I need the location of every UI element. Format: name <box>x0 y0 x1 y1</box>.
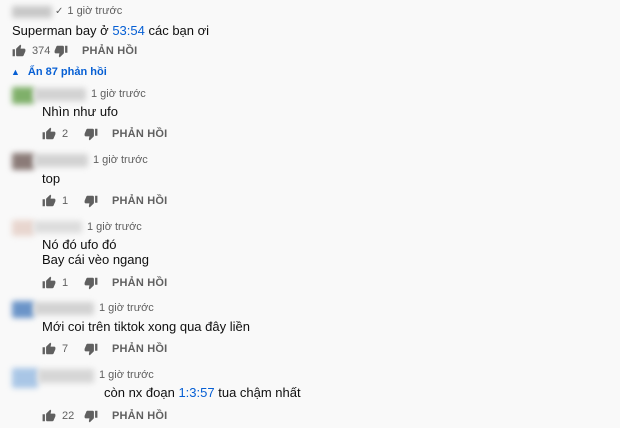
top-comment-timestamp-link[interactable]: 53:54 <box>112 23 145 38</box>
top-comment-meta: ✓ 1 giờ trước <box>55 5 122 17</box>
reply-author-name[interactable] <box>34 221 82 233</box>
reply-text: Mới coi trên tiktok xong qua đây liền <box>42 319 250 334</box>
reply-button[interactable]: PHẢN HỒI <box>112 277 167 289</box>
dislike-icon[interactable] <box>84 194 98 208</box>
reply-text: Bay cái vèo ngang <box>42 252 149 267</box>
like-icon[interactable] <box>42 194 56 208</box>
reply-button[interactable]: PHẢN HỒI <box>112 343 167 355</box>
hide-replies-toggle[interactable]: ▲ Ẩn 87 phản hồi <box>11 66 107 78</box>
like-icon[interactable] <box>42 409 56 423</box>
dislike-icon[interactable] <box>54 44 68 58</box>
dislike-icon[interactable] <box>84 276 98 290</box>
verified-check-icon: ✓ <box>55 6 64 17</box>
like-icon[interactable] <box>42 127 56 141</box>
reply-actions: 1 PHẢN HỒI <box>42 193 167 209</box>
like-icon[interactable] <box>42 276 56 290</box>
hide-replies-label: Ẩn 87 phản hồi <box>27 66 107 78</box>
reply-text: còn nx đoạn 1:3:57 tua chậm nhất <box>104 385 301 400</box>
reply-actions: 7 PHẢN HỒI <box>42 341 167 357</box>
reply-time[interactable]: 1 giờ trước <box>93 154 148 166</box>
reply-author-name[interactable] <box>34 88 86 101</box>
reply-button[interactable]: PHẢN HỒI <box>112 128 167 140</box>
reply-avatar[interactable] <box>12 220 34 236</box>
reply-actions: 1 PHẢN HỒI <box>42 275 167 291</box>
top-comment-actions: 374 PHẢN HỒI <box>12 43 137 59</box>
dislike-icon[interactable] <box>84 409 98 423</box>
reply-time[interactable]: 1 giờ trước <box>99 302 154 314</box>
like-icon[interactable] <box>12 44 26 58</box>
reply-avatar[interactable] <box>12 87 34 104</box>
reply-time[interactable]: 1 giờ trước <box>87 221 142 233</box>
reply-button[interactable]: PHẢN HỒI <box>112 410 167 422</box>
reply-author-name[interactable] <box>38 369 94 383</box>
like-count: 2 <box>62 128 69 140</box>
top-comment-author-name[interactable] <box>12 6 52 18</box>
like-count: 1 <box>62 277 69 289</box>
top-comment-time[interactable]: 1 giờ trước <box>67 5 122 17</box>
reply-time[interactable]: 1 giờ trước <box>99 369 154 381</box>
reply-actions: 2 PHẢN HỒI <box>42 126 167 142</box>
dislike-icon[interactable] <box>84 342 98 356</box>
reply-text: Nhìn như ufo <box>42 104 118 119</box>
like-icon[interactable] <box>42 342 56 356</box>
like-count: 7 <box>62 343 69 355</box>
like-count: 22 <box>62 410 75 422</box>
reply-avatar[interactable] <box>12 368 38 388</box>
reply-author-name[interactable] <box>34 154 88 167</box>
reply-avatar[interactable] <box>12 301 34 318</box>
like-count: 1 <box>62 195 69 207</box>
like-count: 374 <box>32 45 51 57</box>
reply-button[interactable]: PHẢN HỒI <box>82 45 137 57</box>
reply-avatar[interactable] <box>12 153 34 170</box>
caret-up-icon: ▲ <box>11 67 20 77</box>
reply-author-name[interactable] <box>34 302 94 315</box>
reply-button[interactable]: PHẢN HỒI <box>112 195 167 207</box>
top-comment-text: Superman bay ở 53:54 các bạn ơi <box>12 23 210 38</box>
reply-timestamp-link[interactable]: 1:3:57 <box>178 385 214 400</box>
reply-time[interactable]: 1 giờ trước <box>91 88 146 100</box>
reply-text: top <box>42 171 61 186</box>
dislike-icon[interactable] <box>84 127 98 141</box>
reply-actions: 22 PHẢN HỒI <box>42 408 167 424</box>
